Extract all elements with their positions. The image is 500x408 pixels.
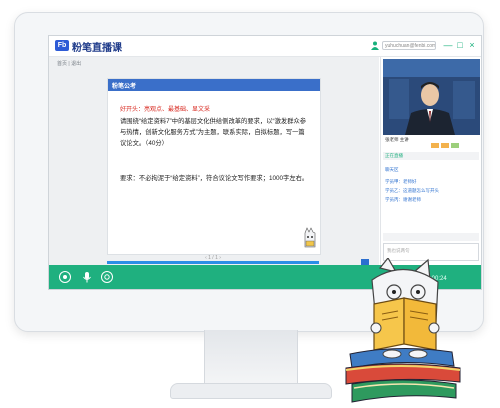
mascot-icon	[304, 227, 316, 248]
chat-message: 学员乙：这道题怎么写开头	[385, 188, 439, 193]
settings-icon[interactable]	[101, 271, 113, 283]
live-status: 正在直播	[385, 153, 403, 158]
user-account-field[interactable]: yuhuchuan@fenbi.com	[382, 41, 436, 50]
app-window: Fb 粉笔直播课 yuhuchuan@fenbi.com — □ × 首页 | …	[48, 35, 482, 290]
minimize-button[interactable]: —	[443, 40, 453, 50]
teacher-name: 张老师 主讲	[385, 137, 409, 142]
mic-icon[interactable]	[81, 271, 93, 283]
breadcrumb[interactable]: 首页 | 退出	[57, 60, 81, 67]
chat-title: 聊天区	[385, 167, 399, 172]
slide-red-heading: 好开头：亮观点、最基础、显文采	[120, 107, 211, 113]
slide-progress-bar	[107, 261, 319, 264]
badge-a	[431, 143, 439, 148]
chat-tools-bar	[383, 233, 479, 241]
badge-c	[451, 143, 459, 148]
slide-document: 粉笔公考 好开头：亮观点、最基础、显文采 请围绕“给定资料7”中的基层文化供给侧…	[107, 78, 321, 255]
app-title-bar: Fb 粉笔直播课 yuhuchuan@fenbi.com — □ ×	[49, 36, 481, 57]
slide-question-text: 请围绕“给定资料7”中的基层文化供给侧改革的要求，以“激发群众参与热情，创新文化…	[120, 118, 307, 147]
chat-input-placeholder: 我也说两句	[387, 248, 410, 253]
monitor-base	[170, 383, 332, 399]
slide-brand: 粉笔公考	[112, 84, 137, 90]
camera-icon[interactable]	[59, 271, 71, 283]
badge-b	[441, 143, 449, 148]
slide-header: 粉笔公考	[108, 79, 320, 91]
monitor-stand	[204, 330, 298, 388]
slide-requirement-text: 要求：不必拘泥于“给定资料”，符合议论文写作要求；1000字左右。	[120, 175, 309, 182]
teacher-video	[383, 59, 480, 135]
close-button[interactable]: ×	[467, 40, 477, 50]
courseware-area: 首页 | 退出 粉笔公考 好开头：亮观点、最基础、显文采 请围绕“给定资料7”中…	[49, 57, 379, 266]
side-panel: 张老师 主讲 正在直播 聊天区 学员甲：老师好 学员乙：这道题怎么写开头 学员丙…	[380, 57, 481, 265]
user-icon	[371, 41, 379, 50]
app-title: 粉笔直播课	[72, 43, 122, 54]
maximize-button[interactable]: □	[455, 40, 465, 50]
app-logo: Fb	[55, 40, 69, 51]
chat-message: 学员甲：老师好	[385, 179, 417, 184]
reading-mascot-illustration	[345, 258, 461, 403]
chat-message: 学员丙：谢谢老师	[385, 197, 421, 202]
